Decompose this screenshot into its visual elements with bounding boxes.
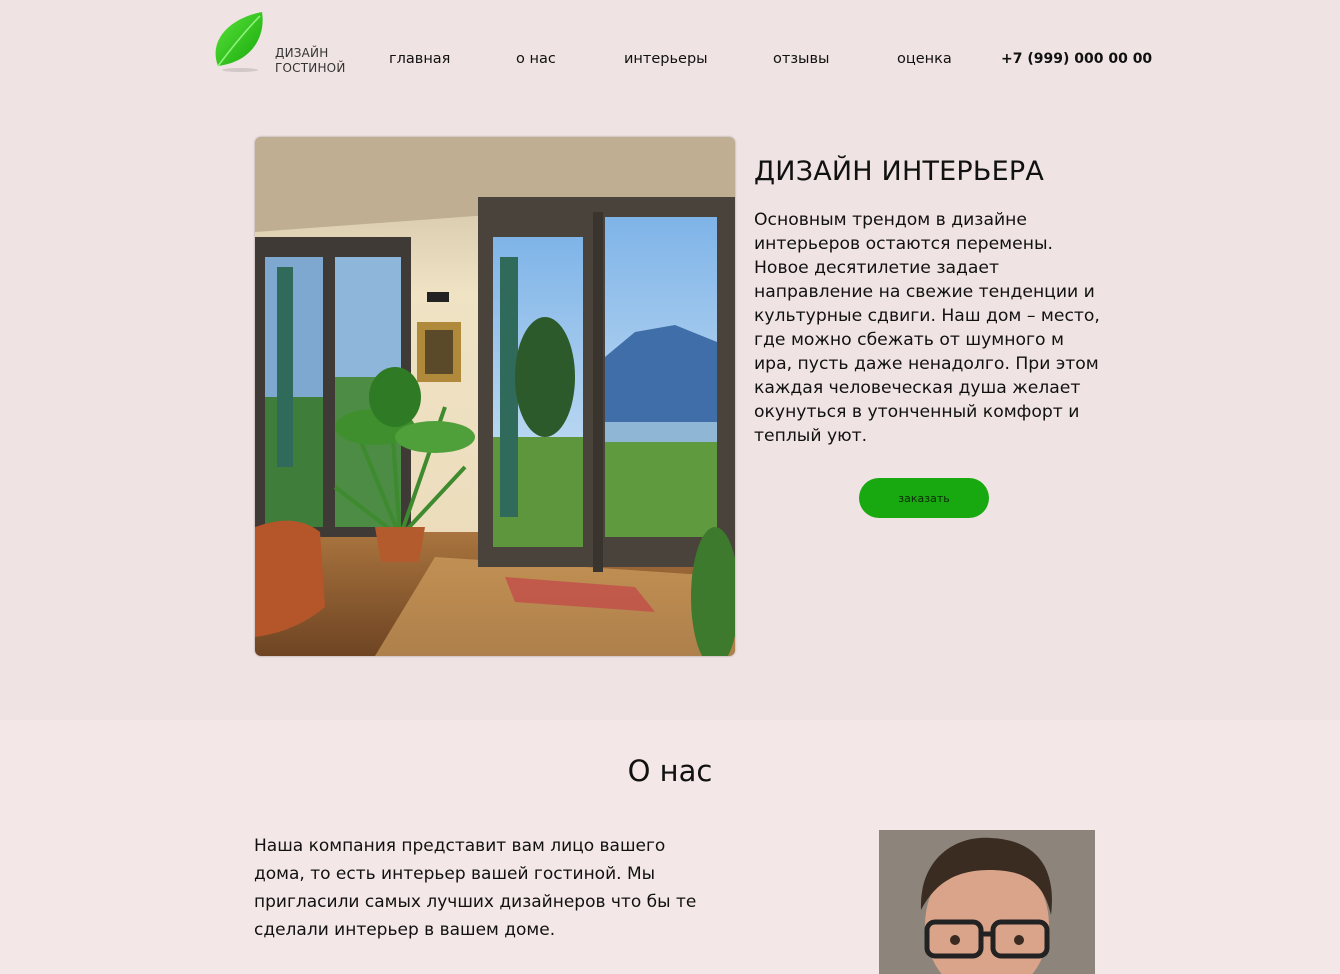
logo-line-2: ГОСТИНОЙ: [275, 61, 346, 75]
hero-text: Основным трендом в дизайне интерьеров ос…: [754, 210, 1100, 446]
designer-portrait-illustration: [879, 830, 1095, 974]
leaf-icon: [215, 12, 263, 72]
phone-number[interactable]: +7 (999) 000 00 00: [1001, 51, 1152, 67]
about-text: Наша компания представит вам лицо вашего…: [254, 836, 697, 940]
site-header: ДИЗАЙН ГОСТИНОЙ главная о нас интерьеры …: [0, 0, 1340, 110]
logo-line-1: ДИЗАЙН: [275, 46, 329, 60]
order-button[interactable]: заказать: [859, 478, 989, 518]
nav-link-home[interactable]: главная: [389, 51, 450, 67]
right-door: [478, 197, 735, 572]
about-title: О нас: [627, 754, 713, 788]
living-room-photo: [255, 137, 735, 656]
designer-portrait: [879, 830, 1095, 974]
nav-link-about[interactable]: о нас: [516, 51, 556, 67]
logo-text: ДИЗАЙН ГОСТИНОЙ: [275, 46, 346, 76]
living-room-illustration: [255, 137, 735, 656]
nav-link-reviews[interactable]: отзывы: [773, 51, 829, 67]
site-logo[interactable]: ДИЗАЙН ГОСТИНОЙ: [212, 10, 352, 80]
hero-title: ДИЗАЙН ИНТЕРЬЕРА: [754, 156, 1045, 187]
nav-link-rating[interactable]: оценка: [897, 51, 952, 67]
nav-link-interiors[interactable]: интерьеры: [624, 51, 708, 67]
